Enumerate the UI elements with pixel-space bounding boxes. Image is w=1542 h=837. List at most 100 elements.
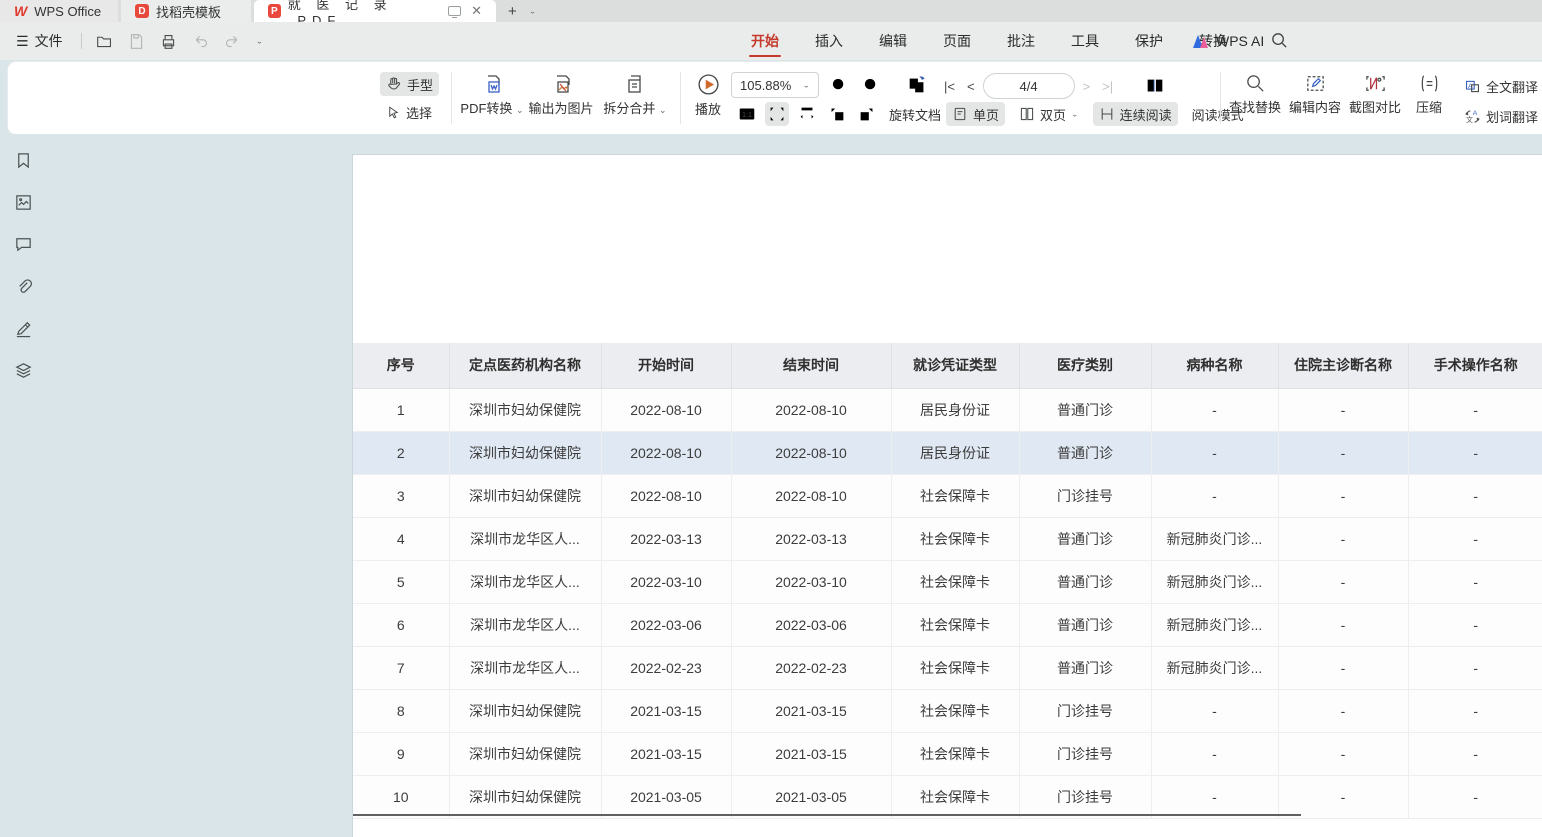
compress-button[interactable]: 压缩: [1406, 72, 1452, 116]
comment-icon[interactable]: [13, 234, 33, 254]
print-icon[interactable]: [160, 32, 178, 50]
quickbar-chevron-icon[interactable]: ⌄: [256, 37, 264, 46]
attachment-icon[interactable]: [13, 276, 33, 296]
table-row[interactable]: 2深圳市妇幼保健院2022-08-102022-08-10居民身份证普通门诊--…: [353, 431, 1542, 474]
fit-width-button[interactable]: [795, 102, 819, 126]
menu-tab-home[interactable]: 开始: [733, 22, 797, 60]
close-tab-icon[interactable]: ✕: [471, 3, 482, 19]
page-indicator-input[interactable]: 4/4: [983, 73, 1075, 99]
thumbnail-icon[interactable]: [13, 192, 33, 212]
table-row[interactable]: 7深圳市龙华区人...2022-02-232022-02-23社会保障卡普通门诊…: [353, 646, 1542, 689]
table-cell: 3: [353, 474, 449, 517]
hamburger-icon: ☰: [16, 33, 29, 50]
find-replace-icon: [1244, 72, 1267, 95]
zoom-level-select[interactable]: 105.88% ⌄: [731, 72, 819, 98]
table-cell: 普通门诊: [1019, 388, 1151, 431]
tab-list-chevron-icon[interactable]: ⌄: [529, 7, 537, 16]
table-cell: 4: [353, 517, 449, 560]
table-header-cell: 医疗类别: [1019, 343, 1151, 388]
select-tool-button[interactable]: 选择: [380, 100, 439, 124]
tab-pdf-document[interactable]: P 就 医 记 录 .PDF ✕: [254, 0, 496, 22]
table-cell: 普通门诊: [1019, 646, 1151, 689]
edit-content-button[interactable]: 编辑内容: [1286, 72, 1344, 116]
split-merge-button[interactable]: 拆分合并 ⌄: [599, 72, 671, 117]
zoom-in-button[interactable]: [859, 73, 883, 97]
edit-content-label: 编辑内容: [1289, 97, 1341, 116]
table-cell: -: [1278, 474, 1408, 517]
prev-page-button[interactable]: <: [963, 79, 979, 94]
first-page-button[interactable]: |<: [940, 79, 959, 94]
save-icon[interactable]: [128, 32, 146, 50]
table-cell: 社会保障卡: [891, 560, 1019, 603]
bookmark-icon[interactable]: [13, 150, 33, 170]
table-cell: -: [1408, 517, 1542, 560]
table-cell: 新冠肺炎门诊...: [1151, 560, 1278, 603]
table-cell: 2022-03-10: [601, 560, 731, 603]
hand-icon: [386, 76, 402, 92]
single-page-button[interactable]: 单页: [946, 102, 1005, 126]
table-cell: -: [1408, 646, 1542, 689]
table-cell: -: [1278, 431, 1408, 474]
menu-tab-edit[interactable]: 编辑: [861, 22, 925, 60]
left-panel-icons: [0, 150, 46, 380]
single-page-icon: [952, 106, 968, 122]
menu-tab-annotate[interactable]: 批注: [989, 22, 1053, 60]
find-replace-button[interactable]: 查找替换: [1226, 72, 1284, 116]
new-tab-button[interactable]: +: [508, 3, 517, 20]
double-page-button[interactable]: 双页 ⌄: [1013, 102, 1085, 126]
open-file-icon[interactable]: [96, 32, 114, 50]
menu-tab-page[interactable]: 页面: [925, 22, 989, 60]
screenshot-compare-label: 截图对比: [1349, 97, 1401, 116]
pdf-convert-button[interactable]: PDF转换 ⌄: [459, 72, 525, 117]
table-row[interactable]: 9深圳市妇幼保健院2021-03-152021-03-15社会保障卡门诊挂号--…: [353, 732, 1542, 775]
fit-page-button[interactable]: [765, 102, 789, 126]
table-row[interactable]: 5深圳市龙华区人...2022-03-102022-03-10社会保障卡普通门诊…: [353, 560, 1542, 603]
menu-tab-insert[interactable]: 插入: [797, 22, 861, 60]
table-cell: 社会保障卡: [891, 646, 1019, 689]
open-in-window-icon[interactable]: [448, 6, 461, 16]
document-canvas: 序号定点医药机构名称开始时间结束时间就诊凭证类型医疗类别病种名称住院主诊断名称手…: [0, 134, 1542, 837]
rotate-right-button[interactable]: [855, 102, 879, 126]
play-button[interactable]: 播放: [686, 72, 730, 118]
table-row[interactable]: 6深圳市龙华区人...2022-03-062022-03-06社会保障卡普通门诊…: [353, 603, 1542, 646]
table-cell: 门诊挂号: [1019, 689, 1151, 732]
menu-tab-protect[interactable]: 保护: [1117, 22, 1181, 60]
wps-ai-button[interactable]: WPS AI: [1193, 22, 1264, 60]
undo-icon[interactable]: [192, 32, 210, 50]
table-row[interactable]: 4深圳市龙华区人...2022-03-132022-03-13社会保障卡普通门诊…: [353, 517, 1542, 560]
table-row[interactable]: 3深圳市妇幼保健院2022-08-102022-08-10社会保障卡门诊挂号--…: [353, 474, 1542, 517]
pdf-page[interactable]: 序号定点医药机构名称开始时间结束时间就诊凭证类型医疗类别病种名称住院主诊断名称手…: [352, 154, 1542, 837]
last-page-button[interactable]: >|: [1098, 79, 1117, 94]
file-menu-button[interactable]: ☰ 文件: [0, 31, 73, 51]
chevron-down-icon: ⌄: [802, 81, 810, 90]
ribbon-search-icon[interactable]: [1270, 31, 1289, 53]
zoom-out-button[interactable]: [827, 73, 851, 97]
table-cell: 普通门诊: [1019, 431, 1151, 474]
full-translate-button[interactable]: A 全文翻译: [1458, 74, 1542, 98]
table-cell: 9: [353, 732, 449, 775]
layers-icon[interactable]: [13, 360, 33, 380]
rotate-pages-icon[interactable]: [905, 73, 929, 97]
redo-icon[interactable]: [224, 32, 242, 50]
next-page-button[interactable]: >: [1079, 79, 1095, 94]
table-row[interactable]: 1深圳市妇幼保健院2022-08-102022-08-10居民身份证普通门诊--…: [353, 388, 1542, 431]
actual-size-button[interactable]: 1:1: [735, 102, 759, 126]
table-cell: -: [1151, 775, 1278, 818]
export-image-button[interactable]: 输出为图片: [525, 72, 597, 117]
word-translate-button[interactable]: A文 划词翻译 ⌄: [1458, 104, 1542, 128]
table-row[interactable]: 8深圳市妇幼保健院2021-03-152021-03-15社会保障卡门诊挂号--…: [353, 689, 1542, 732]
tab-docer-template[interactable]: D 找稻壳模板: [121, 0, 251, 22]
signature-icon[interactable]: [13, 318, 33, 338]
continuous-read-button[interactable]: 连续阅读: [1093, 102, 1178, 126]
screenshot-compare-button[interactable]: 截图对比: [1346, 72, 1404, 116]
tab-wps-office[interactable]: W WPS Office: [0, 0, 118, 22]
divider: [451, 72, 452, 124]
menu-tab-tools[interactable]: 工具: [1053, 22, 1117, 60]
rotate-doc-label[interactable]: 旋转文档: [889, 105, 941, 124]
rotate-left-button[interactable]: [825, 102, 849, 126]
table-row[interactable]: 10深圳市妇幼保健院2021-03-052021-03-05社会保障卡门诊挂号-…: [353, 775, 1542, 818]
edit-content-icon: [1304, 72, 1327, 95]
table-cell: -: [1408, 388, 1542, 431]
hand-tool-button[interactable]: 手型: [380, 72, 439, 96]
pdf-icon: P: [268, 4, 281, 18]
